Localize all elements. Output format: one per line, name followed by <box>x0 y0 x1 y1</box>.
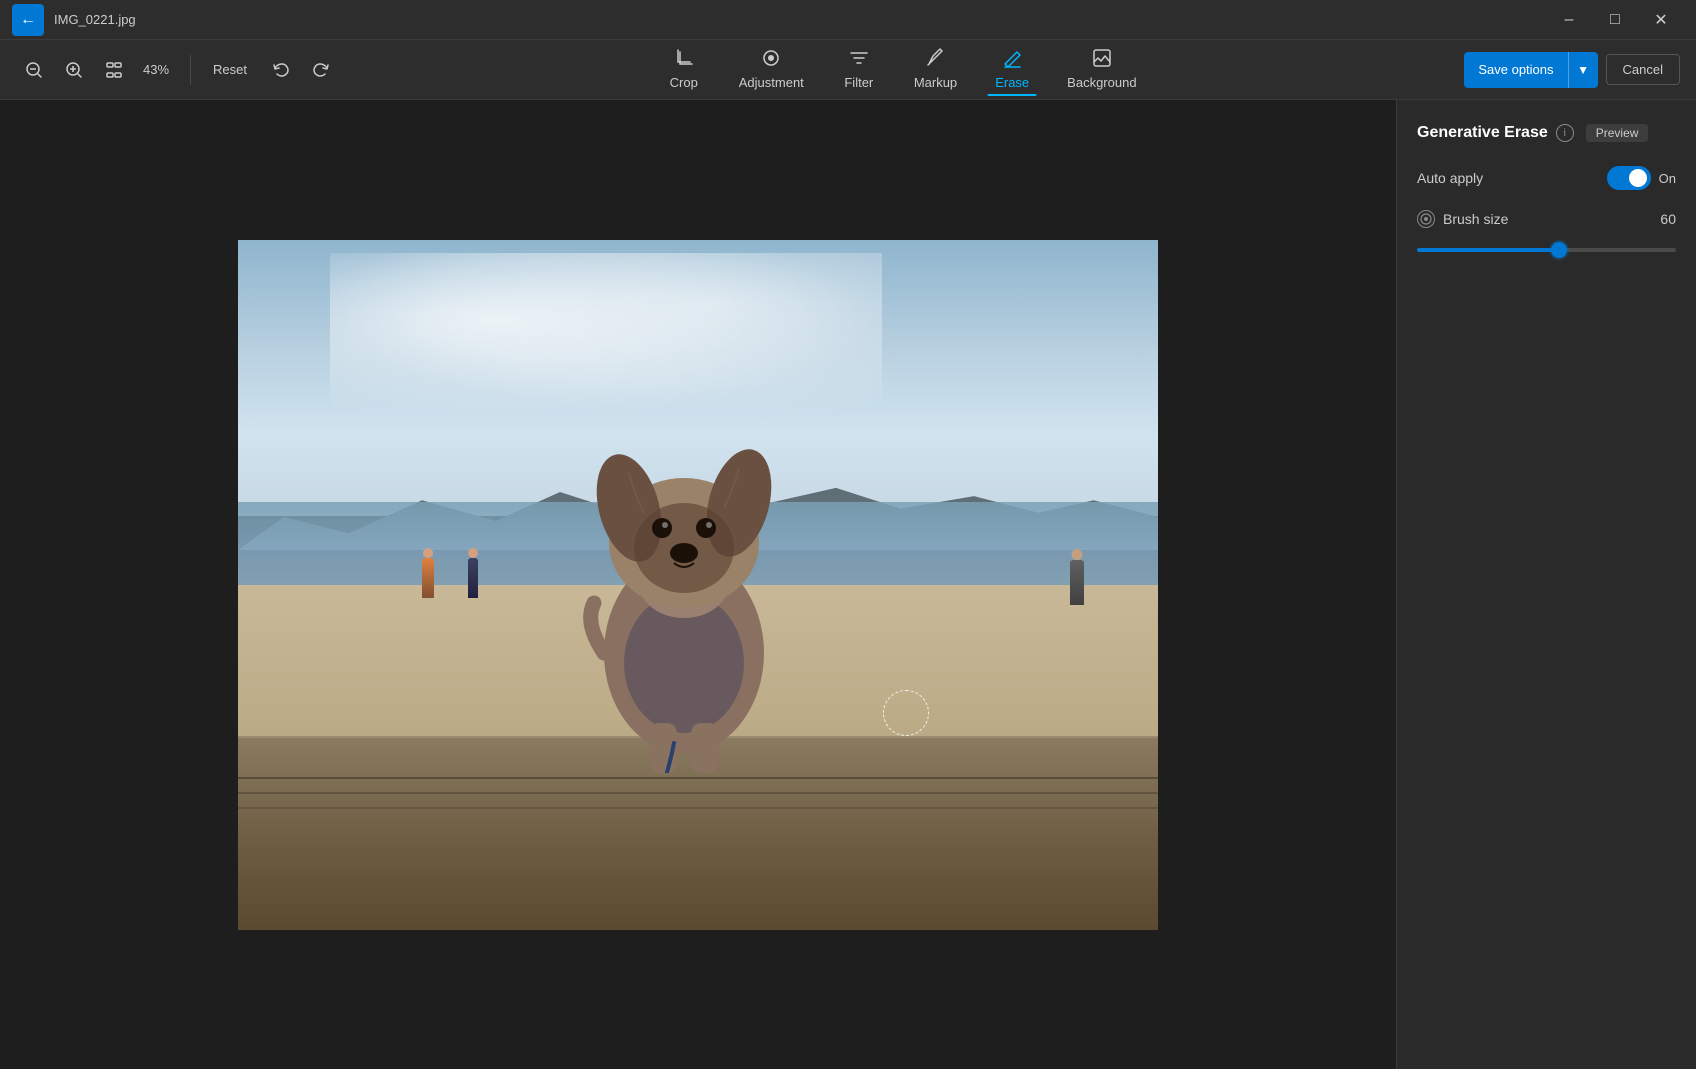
auto-apply-row: Auto apply On <box>1417 166 1676 190</box>
file-title: IMG_0221.jpg <box>54 12 136 27</box>
canvas-area[interactable] <box>0 100 1396 1069</box>
zoom-in-button[interactable] <box>56 52 92 88</box>
tool-crop-label: Crop <box>670 75 698 90</box>
zoom-value: 43% <box>136 62 176 77</box>
background-icon <box>1092 48 1112 73</box>
brush-size-row: Brush size 60 <box>1417 210 1676 260</box>
dog-subject <box>544 353 824 778</box>
person-3 <box>1070 560 1084 605</box>
crop-icon <box>674 48 694 73</box>
toggle-label: On <box>1659 171 1676 186</box>
save-options-button[interactable]: Save options ▼ <box>1464 52 1597 88</box>
fit-icon <box>105 61 123 79</box>
tool-adjustment[interactable]: Adjustment <box>721 44 822 96</box>
slider-thumb[interactable] <box>1551 242 1567 258</box>
image-container <box>238 240 1158 930</box>
back-button[interactable]: ← <box>12 4 44 36</box>
photo-scene <box>238 240 1158 930</box>
zoom-in-icon <box>65 61 83 79</box>
tool-nav: Crop Adjustment Filter <box>343 44 1460 96</box>
adjustment-icon <box>761 48 781 73</box>
redo-button[interactable] <box>303 52 339 88</box>
undo-button[interactable] <box>263 52 299 88</box>
brush-header: Brush size 60 <box>1417 210 1676 228</box>
separator-1 <box>190 55 191 85</box>
window-controls: – □ ✕ <box>1546 0 1684 40</box>
brush-label-group: Brush size <box>1417 210 1508 228</box>
brush-svg-icon <box>1420 213 1432 225</box>
redo-icon <box>312 61 330 79</box>
toggle-thumb <box>1629 169 1647 187</box>
maximize-button[interactable]: □ <box>1592 0 1638 40</box>
tool-erase[interactable]: Erase <box>977 44 1047 96</box>
tool-background-label: Background <box>1067 75 1136 90</box>
panel-header: Generative Erase i Preview <box>1417 124 1676 142</box>
reset-button[interactable]: Reset <box>201 58 259 81</box>
auto-apply-toggle[interactable] <box>1607 166 1651 190</box>
filter-icon <box>849 48 869 73</box>
close-button[interactable]: ✕ <box>1638 0 1684 40</box>
main-content: Generative Erase i Preview Auto apply On <box>0 100 1696 1069</box>
panel-title: Generative Erase <box>1417 124 1548 142</box>
sidebar-panel: Generative Erase i Preview Auto apply On <box>1396 100 1696 1069</box>
save-dropdown-arrow[interactable]: ▼ <box>1568 52 1598 88</box>
toggle-group: On <box>1607 166 1676 190</box>
info-icon[interactable]: i <box>1556 124 1574 142</box>
dog-svg <box>544 353 824 773</box>
fit-button[interactable] <box>96 52 132 88</box>
tool-filter-label: Filter <box>844 75 873 90</box>
slider-track <box>1417 248 1676 252</box>
tool-markup[interactable]: Markup <box>896 44 975 96</box>
toolbar: 43% Reset Crop <box>0 40 1696 100</box>
brush-icon <box>1417 210 1435 228</box>
cancel-button[interactable]: Cancel <box>1606 54 1680 85</box>
zoom-out-button[interactable] <box>16 52 52 88</box>
brush-size-label: Brush size <box>1443 211 1508 227</box>
titlebar: ← IMG_0221.jpg – □ ✕ <box>0 0 1696 40</box>
slider-fill <box>1417 248 1559 252</box>
person-1 <box>422 558 434 598</box>
erase-icon <box>1002 48 1022 73</box>
tool-filter[interactable]: Filter <box>824 44 894 96</box>
markup-icon <box>925 48 945 73</box>
preview-badge: Preview <box>1586 124 1649 142</box>
brush-size-slider[interactable] <box>1417 240 1676 260</box>
tool-markup-label: Markup <box>914 75 957 90</box>
brush-size-value: 60 <box>1660 211 1676 227</box>
save-button-main[interactable]: Save options <box>1464 54 1567 85</box>
undo-icon <box>272 61 290 79</box>
tool-background[interactable]: Background <box>1049 44 1154 96</box>
person-2 <box>468 558 478 598</box>
back-icon: ← <box>20 11 36 29</box>
zoom-out-icon <box>25 61 43 79</box>
tool-adjustment-label: Adjustment <box>739 75 804 90</box>
minimize-button[interactable]: – <box>1546 0 1592 40</box>
zoom-controls: 43% <box>16 52 176 88</box>
tool-crop[interactable]: Crop <box>649 44 719 96</box>
toolbar-actions: Save options ▼ Cancel <box>1464 52 1680 88</box>
tool-erase-label: Erase <box>995 75 1029 90</box>
auto-apply-label: Auto apply <box>1417 170 1483 186</box>
